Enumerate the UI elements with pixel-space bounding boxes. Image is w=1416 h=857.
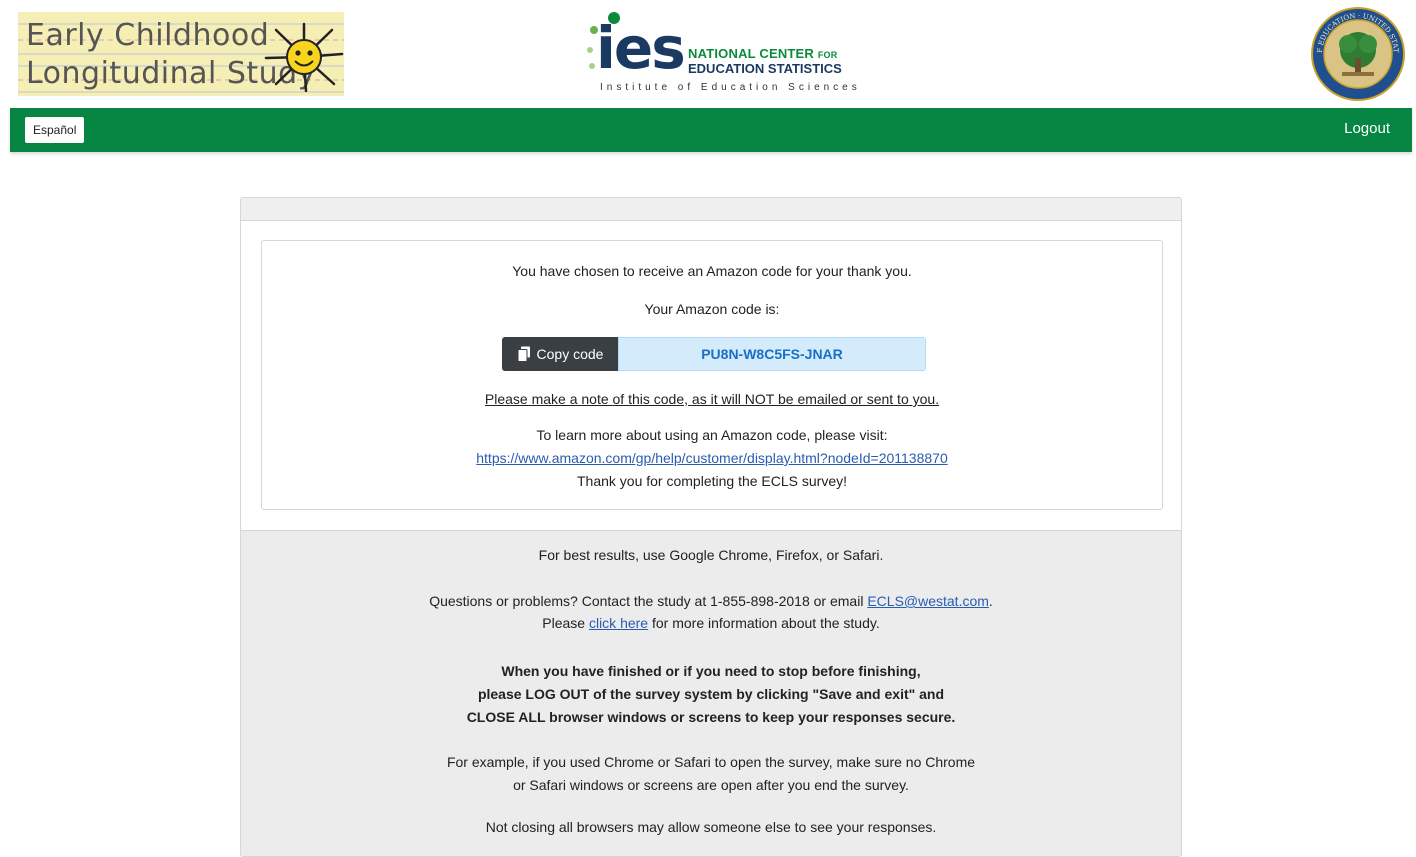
department-of-education-seal: DEPARTMENT OF EDUCATION · UNITED STATES … (1310, 6, 1405, 101)
click-here-link[interactable]: click here (589, 615, 648, 631)
page-header: Early Childhood Longitudinal Study ies N… (0, 0, 1416, 108)
amazon-code-intro: You have chosen to receive an Amazon cod… (512, 263, 912, 279)
amazon-help-link-row: https://www.amazon.com/gp/help/customer/… (262, 450, 1162, 466)
ecls-logo-line1: Early Childhood (26, 18, 270, 53)
amazon-code-value[interactable]: PU8N-W8C5FS-JNAR (618, 337, 926, 371)
logout-instructions-line3: CLOSE ALL browser windows or screens to … (466, 709, 956, 725)
card-footer: For best results, use Google Chrome, Fir… (241, 530, 1181, 856)
copy-icon (517, 346, 530, 362)
amazon-code-panel: You have chosen to receive an Amazon cod… (261, 240, 1163, 510)
learn-more-text: To learn more about using an Amazon code… (536, 427, 888, 443)
amazon-code-group: Copy code PU8N-W8C5FS-JNAR (502, 337, 926, 371)
espanol-language-button[interactable]: Español (25, 117, 85, 143)
contact-prefix: Questions or problems? Contact the study… (429, 593, 868, 609)
browser-recommendation: For best results, use Google Chrome, Fir… (538, 547, 884, 563)
card-header (241, 198, 1181, 221)
amazon-code-label: Your Amazon code is: (644, 301, 780, 317)
institute-of-education-sciences: Institute of Education Sciences (600, 82, 861, 93)
browser-example-line1: For example, if you used Chrome or Safar… (446, 754, 976, 770)
amazon-help-link[interactable]: https://www.amazon.com/gp/help/customer/… (476, 450, 947, 466)
nces-line2: EDUCATION STATISTICS (688, 61, 842, 76)
nces-for-text: FOR (817, 50, 838, 60)
browser-example: For example, if you used Chrome or Safar… (241, 751, 1181, 797)
contact-email-link[interactable]: ECLS@westat.com (867, 593, 989, 609)
nces-line1: NATIONAL CENTER FOR (688, 46, 837, 61)
more-info-prefix: Please (542, 615, 589, 631)
nces-line1-text: NATIONAL CENTER (688, 46, 815, 61)
sun-icon (264, 22, 344, 92)
top-navbar: Español Logout (10, 108, 1412, 152)
ecls-logo: Early Childhood Longitudinal Study (18, 12, 344, 96)
logout-instructions-line2: please LOG OUT of the survey system by c… (477, 686, 945, 702)
main-card: You have chosen to receive an Amazon cod… (240, 197, 1182, 857)
copy-code-label: Copy code (536, 346, 604, 362)
ies-wordmark: ies (596, 14, 686, 82)
more-info-line: Please click here for more information a… (241, 615, 1181, 631)
logout-instructions-line1: When you have finished or if you need to… (501, 663, 921, 679)
privacy-warning: Not closing all browsers may allow someo… (485, 819, 937, 835)
browser-example-line2: or Safari windows or screens are open af… (513, 777, 909, 793)
ies-nces-logo: ies NATIONAL CENTER FOR EDUCATION STATIS… (580, 10, 857, 98)
copy-code-button[interactable]: Copy code (502, 337, 618, 371)
logout-link[interactable]: Logout (1344, 120, 1390, 137)
contact-line: Questions or problems? Contact the study… (241, 593, 1181, 609)
logout-instructions: When you have finished or if you need to… (241, 660, 1181, 729)
thank-you-text: Thank you for completing the ECLS survey… (576, 473, 848, 489)
more-info-suffix: for more information about the study. (648, 615, 880, 631)
contact-suffix: . (988, 593, 993, 609)
code-note: Please make a note of this code, as it w… (484, 391, 940, 407)
